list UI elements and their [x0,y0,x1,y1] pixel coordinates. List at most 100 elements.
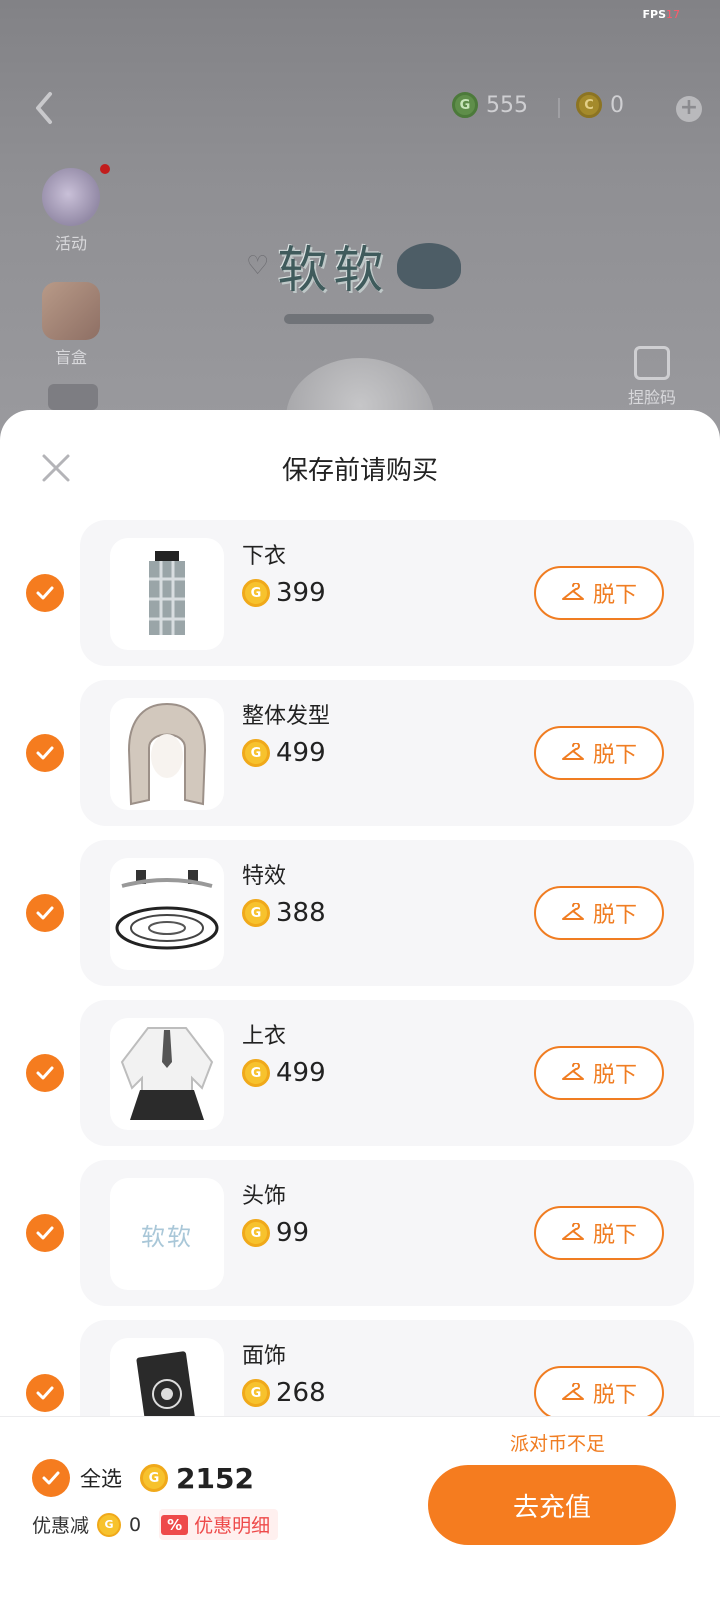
take-off-button[interactable]: 脱下 [534,1366,664,1420]
item-checkbox[interactable] [26,1374,64,1412]
item-name: 下衣 [242,544,287,569]
coin-icon: G [242,1219,270,1247]
item-card: 下衣 G 399 脱下 [80,520,694,666]
green-currency: G 555 [452,92,528,118]
avatar-name-tag: ♡ 软软 [246,230,462,302]
face-code-button[interactable]: 捏脸码 [628,346,676,408]
coin-icon: G [242,1059,270,1087]
take-off-button[interactable]: 脱下 [534,726,664,780]
face-code-label: 捏脸码 [628,388,677,407]
coin-icon: G [140,1464,168,1492]
list-item: 软软 头饰 G 99 脱下 [0,1160,720,1306]
item-checkbox[interactable] [26,734,64,772]
notification-dot [100,164,110,174]
blind-box-button[interactable]: 盲盒 [38,282,104,368]
activity-label: 活动 [54,234,87,253]
item-name: 头饰 [242,1184,287,1209]
take-off-label: 脱下 [592,743,637,768]
take-off-button[interactable]: 脱下 [534,1046,664,1100]
take-off-label: 脱下 [592,903,637,928]
item-checkbox[interactable] [26,1054,64,1092]
select-all-checkbox[interactable] [32,1459,70,1497]
item-price: G 399 [242,578,326,608]
list-item: 特效 G 388 脱下 [0,840,720,986]
take-off-button[interactable]: 脱下 [534,566,664,620]
check-icon [36,1226,54,1240]
shirt-icon [120,1027,214,1120]
blind-box-label: 盲盒 [54,348,87,367]
discount-detail-link[interactable]: % 优惠明细 [159,1509,279,1540]
item-checkbox[interactable] [26,574,64,612]
coin-icon: G [242,899,270,927]
side-extra-icon[interactable] [48,384,98,410]
item-thumbnail [110,1018,224,1130]
recharge-button[interactable]: 去充值 [428,1465,676,1545]
item-thumbnail [110,538,224,650]
star-icon [42,168,100,226]
item-thumbnail: 软软 [110,1178,224,1290]
add-currency-button[interactable]: + [676,96,702,122]
coin-icon: G [242,1379,270,1407]
item-name: 特效 [242,864,287,889]
game-scene-background: FPS 17 G 555 C 0 + 活动 盲盒 捏脸码 ♡ 软软 [0,0,720,478]
heart-icon: ♡ [246,251,270,281]
item-name: 面饰 [242,1344,287,1369]
total-price: G 2152 [140,1462,254,1495]
activity-button[interactable]: 活动 [38,168,104,254]
take-off-label: 脱下 [592,1063,637,1088]
hanger-icon [561,743,584,760]
discount-label: 优惠减 [32,1515,90,1537]
discount-value: 0 [129,1513,142,1536]
check-icon [42,1471,60,1485]
item-price: G 499 [242,1058,326,1088]
green-coin-icon: G [452,92,478,118]
item-price: G 268 [242,1378,326,1408]
sheet-title: 保存前请购买 [281,456,438,486]
select-all-label: 全选 [80,1467,122,1491]
gift-box-icon [42,282,100,340]
check-icon [36,1386,54,1400]
coin-icon: G [242,579,270,607]
list-item: 下衣 G 399 脱下 [0,520,720,666]
item-thumbnail [110,698,224,810]
skirt-icon [149,551,185,635]
list-item: 上衣 G 499 脱下 [0,1000,720,1146]
item-checkbox[interactable] [26,894,64,932]
item-price: G 499 [242,738,326,768]
hanger-icon [561,1223,584,1240]
gold-coin-icon: C [576,92,602,118]
shark-icon [397,243,462,289]
discount-detail-label: 优惠明细 [194,1515,271,1537]
hanger-icon [561,1383,584,1400]
item-price-value: 388 [276,898,326,928]
hair-icon [127,702,207,806]
check-icon [36,906,54,920]
item-card: 上衣 G 499 脱下 [80,1000,694,1146]
item-checkbox[interactable] [26,1214,64,1252]
take-off-button[interactable]: 脱下 [534,1206,664,1260]
item-price-value: 99 [276,1218,310,1248]
avatar-name: 软软 [277,241,390,299]
insufficient-coins-warning: 派对币不足 [510,1433,606,1455]
back-button[interactable] [26,90,62,126]
check-icon [36,1066,54,1080]
item-price-value: 499 [276,738,326,768]
take-off-label: 脱下 [592,1383,637,1408]
fps-label: FPS [642,8,667,21]
item-card: 特效 G 388 脱下 [80,840,694,986]
select-all-row: 全选 G 2152 [32,1459,254,1497]
item-price: G 99 [242,1218,309,1248]
hanger-icon [561,903,584,920]
purchase-footer: 派对币不足 全选 G 2152 优惠减 G 0 % 优惠明细 去充值 [0,1416,720,1600]
item-price-value: 499 [276,1058,326,1088]
name-tag-bar [284,314,434,324]
total-price-value: 2152 [176,1461,254,1495]
take-off-button[interactable]: 脱下 [534,886,664,940]
fps-value: 17 [666,8,680,21]
take-off-label: 脱下 [592,1223,637,1248]
item-name: 整体发型 [242,704,331,729]
edit-icon [634,346,670,380]
discount-row: 优惠减 G 0 % 优惠明细 [32,1509,279,1540]
magic-circle-icon [115,870,219,950]
gold-currency: C 0 [576,92,624,118]
